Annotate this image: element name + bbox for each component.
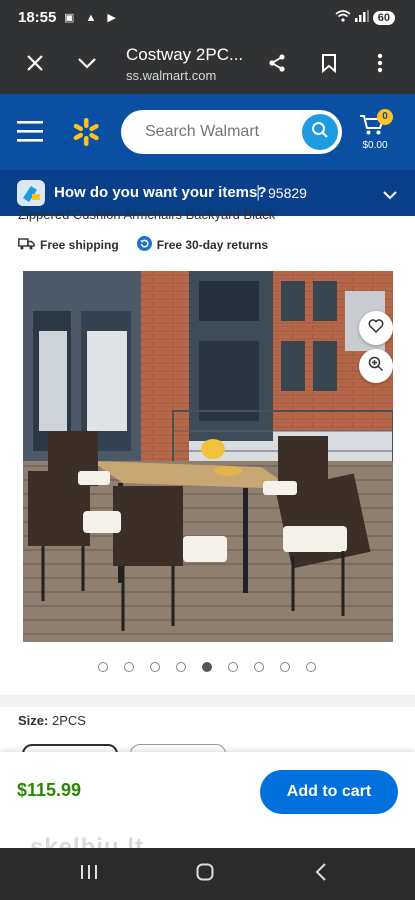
product-price: $115.99 bbox=[17, 780, 82, 800]
buy-bar: $115.99 Add to cart skelbiu.lt bbox=[0, 752, 415, 861]
cart-button[interactable]: 0 $0.00 bbox=[355, 106, 401, 160]
search-button[interactable] bbox=[302, 114, 338, 150]
size-label: Size: bbox=[18, 713, 49, 728]
recent-apps-button[interactable] bbox=[74, 862, 104, 886]
returns-icon bbox=[136, 236, 152, 254]
walmart-header: 0 $0.00 bbox=[0, 94, 415, 170]
more-menu-button[interactable] bbox=[365, 50, 395, 80]
favorite-button[interactable] bbox=[359, 311, 393, 345]
walmart-spark-icon bbox=[70, 118, 102, 152]
image-carousel-dots bbox=[98, 662, 316, 672]
carousel-dot[interactable] bbox=[254, 662, 264, 672]
zoom-button[interactable] bbox=[359, 349, 393, 383]
carousel-dot[interactable] bbox=[306, 662, 316, 672]
home-icon bbox=[196, 863, 214, 886]
status-time: 18:55 bbox=[18, 9, 57, 26]
free-returns-badge: Free 30-day returns bbox=[136, 236, 269, 254]
close-icon bbox=[26, 54, 44, 77]
recent-apps-icon bbox=[80, 864, 98, 885]
product-title: Zippered Cushion Armchairs Backyard Blac… bbox=[18, 207, 276, 222]
carousel-dot[interactable] bbox=[228, 662, 238, 672]
browser-toolbar: Costway 2PC... ss.walmart.com bbox=[0, 38, 415, 94]
notification-icons: ▣ ▲ ▶ bbox=[64, 12, 120, 24]
home-button[interactable] bbox=[190, 862, 220, 886]
hamburger-icon bbox=[17, 121, 43, 146]
chevron-down-icon bbox=[77, 56, 97, 74]
carousel-dot[interactable] bbox=[150, 662, 160, 672]
zip-code: 95829 bbox=[268, 185, 307, 201]
truck-icon bbox=[18, 237, 35, 253]
free-shipping-label: Free shipping bbox=[40, 238, 119, 252]
signal-icon bbox=[354, 10, 369, 25]
menu-button[interactable] bbox=[17, 120, 43, 142]
walmart-logo-link[interactable] bbox=[70, 116, 102, 148]
fulfillment-separator: | bbox=[256, 182, 261, 201]
free-shipping-badge: Free shipping bbox=[18, 236, 119, 254]
add-to-cart-button[interactable]: Add to cart bbox=[260, 770, 398, 814]
page-title: Costway 2PC... bbox=[126, 45, 244, 64]
section-divider bbox=[0, 695, 415, 707]
free-returns-label: Free 30-day returns bbox=[156, 238, 269, 252]
size-selector-label: Size: 2PCS bbox=[18, 713, 86, 728]
collapse-button[interactable] bbox=[72, 50, 102, 80]
page-url: ss.walmart.com bbox=[126, 68, 217, 83]
carousel-dot[interactable] bbox=[280, 662, 290, 672]
carousel-dot[interactable] bbox=[202, 662, 212, 672]
share-icon bbox=[267, 53, 287, 78]
cart-total: $0.00 bbox=[362, 140, 388, 151]
battery-indicator: 60 bbox=[372, 10, 395, 25]
more-vertical-icon bbox=[377, 53, 383, 78]
wifi-icon bbox=[335, 10, 351, 25]
cart-count-badge: 0 bbox=[377, 109, 393, 125]
search-icon bbox=[311, 121, 329, 144]
heart-icon bbox=[368, 318, 384, 338]
zoom-in-icon bbox=[368, 356, 384, 377]
carousel-dot[interactable] bbox=[124, 662, 134, 672]
share-button[interactable] bbox=[262, 50, 292, 80]
product-badges: Free shipping Free 30-day returns bbox=[18, 236, 268, 254]
close-tab-button[interactable] bbox=[20, 50, 50, 80]
size-value: 2PCS bbox=[51, 713, 86, 728]
search-input[interactable] bbox=[145, 121, 295, 143]
status-right: 60 bbox=[335, 10, 395, 25]
bookmark-button[interactable] bbox=[314, 50, 344, 80]
fulfillment-question: How do you want your items? bbox=[54, 184, 267, 201]
back-icon bbox=[315, 862, 327, 886]
product-image[interactable] bbox=[23, 271, 393, 642]
system-nav-bar bbox=[0, 848, 415, 900]
bookmark-icon bbox=[321, 53, 337, 78]
back-button[interactable] bbox=[306, 862, 336, 886]
search-bar bbox=[121, 110, 342, 154]
carousel-dot[interactable] bbox=[176, 662, 186, 672]
carousel-dot[interactable] bbox=[98, 662, 108, 672]
chevron-down-icon bbox=[383, 187, 397, 205]
status-bar: 18:55 ▣ ▲ ▶ 60 bbox=[0, 0, 415, 38]
